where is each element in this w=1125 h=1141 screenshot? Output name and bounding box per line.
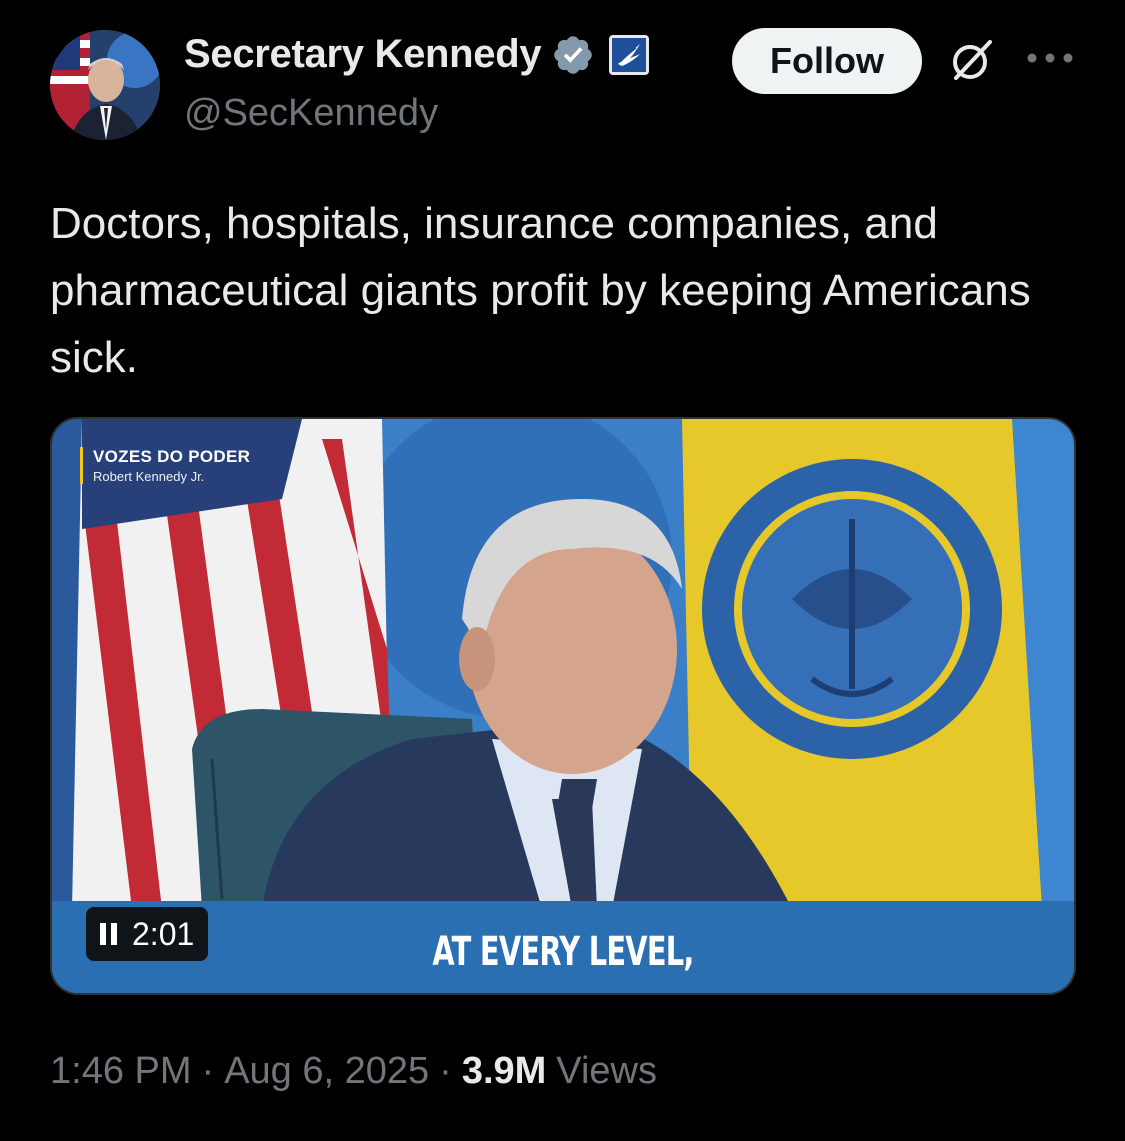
avatar[interactable] xyxy=(50,30,160,140)
tweet-text: Doctors, hospitals, insurance companies,… xyxy=(50,199,1031,382)
video-time: 2:01 xyxy=(132,915,195,952)
video-overlay-label: VOZES DO PODER Robert Kennedy Jr. xyxy=(80,447,250,484)
video-caption: AT EVERY LEVEL, xyxy=(432,929,694,975)
video-player[interactable]: VOZES DO PODER Robert Kennedy Jr. AT EVE… xyxy=(50,417,1076,995)
views-label: Views xyxy=(556,1050,657,1092)
views-count[interactable]: 3.9M xyxy=(462,1050,546,1093)
verified-badge-icon[interactable] xyxy=(551,33,595,77)
follow-button[interactable]: Follow xyxy=(732,28,922,94)
tweet-meta: 1:46 PM · Aug 6, 2025 · 3.9M Views xyxy=(50,1050,657,1093)
display-name[interactable]: Secretary Kennedy xyxy=(184,32,542,77)
pause-icon xyxy=(100,923,118,945)
meta-separator: · xyxy=(201,1050,215,1092)
overlay-subtitle: Robert Kennedy Jr. xyxy=(93,469,205,484)
tweet-date[interactable]: Aug 6, 2025 xyxy=(224,1050,429,1093)
author-name-row: Secretary Kennedy xyxy=(184,32,650,77)
hhs-eagle-icon[interactable] xyxy=(609,34,650,75)
author-handle[interactable]: @SecKennedy xyxy=(184,92,438,135)
more-icon[interactable] xyxy=(1024,48,1076,68)
grok-icon[interactable] xyxy=(946,34,998,86)
pause-button[interactable]: 2:01 xyxy=(86,907,209,961)
tweet-time[interactable]: 1:46 PM xyxy=(50,1050,192,1093)
meta-separator: · xyxy=(439,1050,452,1092)
overlay-title: VOZES DO PODER xyxy=(93,447,251,466)
